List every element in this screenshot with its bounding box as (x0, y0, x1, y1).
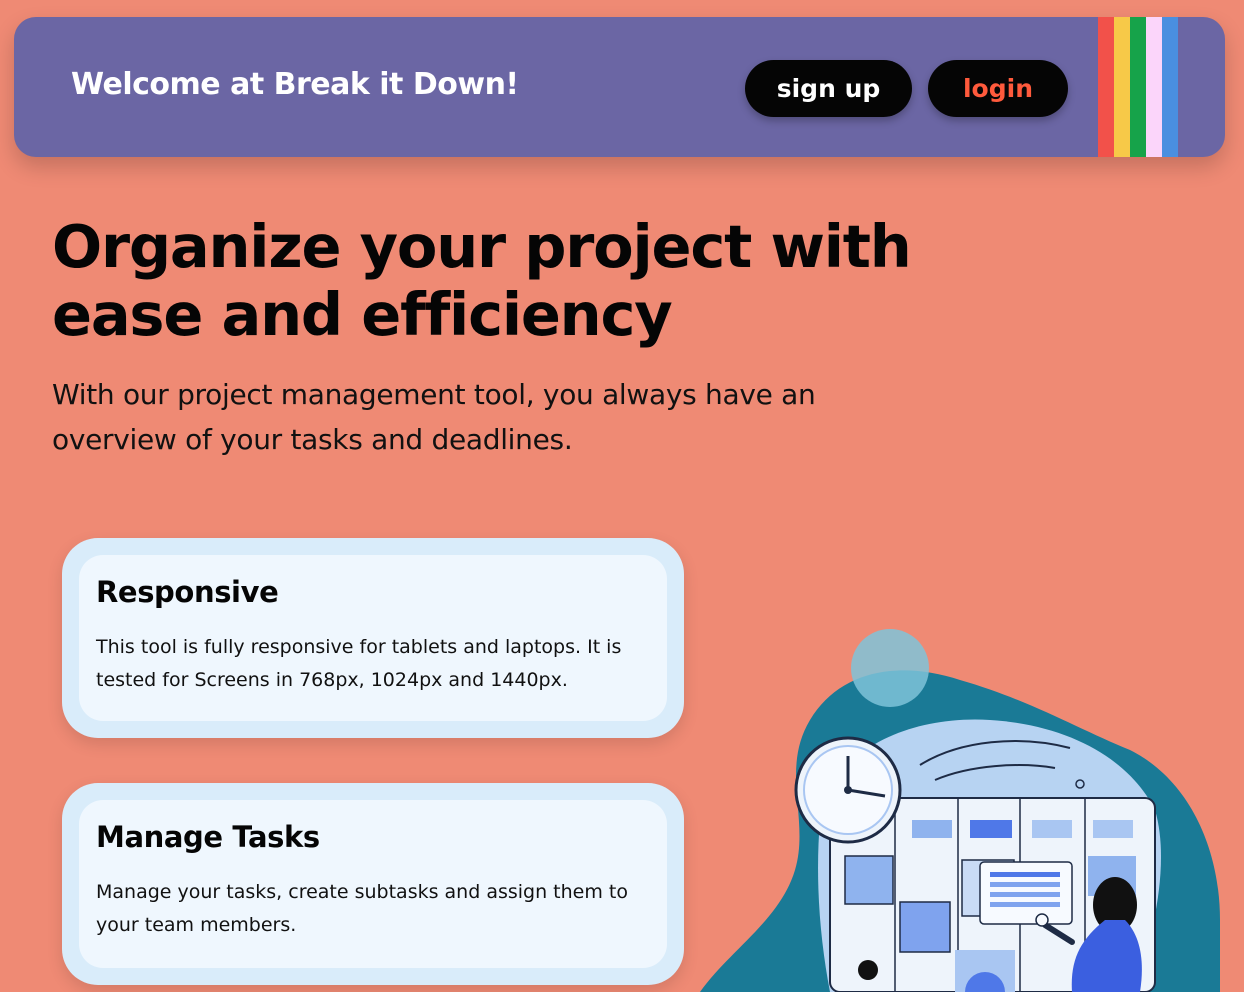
rainbow-stripes (1098, 17, 1178, 157)
feature-card-title: Manage Tasks (96, 820, 320, 854)
feature-card-manage-tasks: Manage Tasks Manage your tasks, create s… (62, 783, 684, 985)
feature-card-inner: Manage Tasks Manage your tasks, create s… (79, 800, 667, 968)
top-header: Welcome at Break it Down! sign up login (14, 17, 1225, 157)
login-button[interactable]: login (928, 60, 1068, 117)
stripe-red (1098, 17, 1114, 157)
welcome-title: Welcome at Break it Down! (71, 67, 519, 102)
signup-button[interactable]: sign up (745, 60, 912, 117)
feature-card-inner: Responsive This tool is fully responsive… (79, 555, 667, 721)
feature-card-text: Manage your tasks, create subtasks and a… (96, 881, 628, 936)
stripe-green (1130, 17, 1146, 157)
feature-card-responsive: Responsive This tool is fully responsive… (62, 538, 684, 738)
kanban-board-illustration (700, 620, 1244, 992)
feature-card-title: Responsive (96, 575, 279, 609)
stripe-pink (1146, 17, 1162, 157)
hero-subtitle: With our project management tool, you al… (52, 378, 816, 456)
feature-card-text: This tool is fully responsive for tablet… (96, 636, 622, 691)
hero-title: Organize your project with ease and effi… (52, 212, 912, 349)
stripe-blue (1162, 17, 1178, 157)
page: Welcome at Break it Down! sign up login … (0, 0, 1244, 992)
stripe-yellow (1114, 17, 1130, 157)
